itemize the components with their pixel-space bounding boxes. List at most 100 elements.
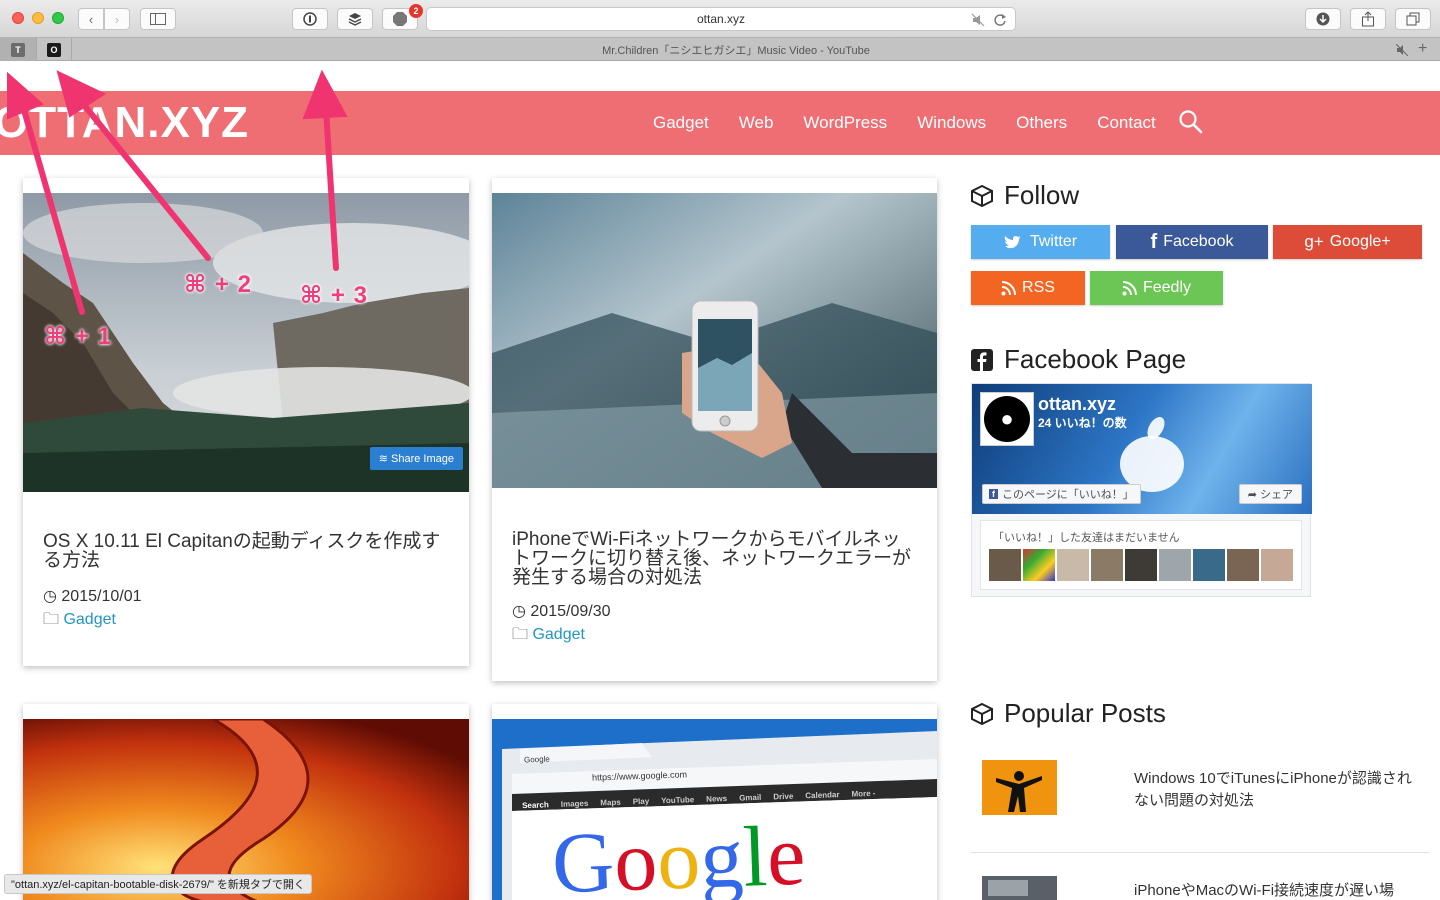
adblock-icon bbox=[393, 12, 407, 26]
post-date: ◷ 2015/09/30 bbox=[512, 601, 610, 623]
facebook-page-name[interactable]: ottan.xyz bbox=[1038, 394, 1116, 415]
google-logo: Google bbox=[550, 806, 807, 900]
apple-logo-icon: ● bbox=[984, 396, 1030, 442]
facebook-page-widget: ● ottan.xyz 24 いいね！の数 f このページに「いいね！」 ➦ シ… bbox=[971, 383, 1312, 597]
post-card[interactable] bbox=[23, 704, 469, 900]
nav-item-wordpress[interactable]: WordPress bbox=[788, 113, 902, 133]
tab-muted-speaker-icon[interactable] bbox=[1396, 44, 1408, 56]
popular-post-thumbnail[interactable] bbox=[982, 760, 1057, 815]
google-menu-item: More - bbox=[851, 788, 876, 799]
post-title[interactable]: OS X 10.11 El Capitanの起動ディスクを作成する方法 bbox=[43, 532, 449, 570]
search-icon[interactable] bbox=[1178, 109, 1204, 135]
twitter-button-label: Twitter bbox=[1029, 233, 1078, 250]
nav-item-contact[interactable]: Contact bbox=[1082, 113, 1171, 133]
chevron-left-icon: ‹ bbox=[88, 11, 94, 27]
popular-post-item[interactable] bbox=[982, 760, 1057, 815]
post-thumbnail-music[interactable] bbox=[23, 719, 469, 900]
friend-avatar[interactable] bbox=[989, 549, 1021, 581]
post-card[interactable]: Google https://www.google.com Search Ima… bbox=[492, 704, 937, 900]
zoom-window-button[interactable] bbox=[52, 12, 64, 24]
sidebar-icon bbox=[150, 13, 166, 25]
post-date-text: 2015/10/01 bbox=[61, 588, 142, 605]
post-card[interactable]: iPhoneでWi-Fiネットワークからモバイルネットワークに切り替え後、ネット… bbox=[492, 178, 937, 681]
new-tab-button[interactable]: + bbox=[1418, 40, 1427, 58]
friend-avatar[interactable] bbox=[1125, 549, 1157, 581]
popular-post-item[interactable] bbox=[982, 876, 1057, 900]
follow-heading-text: Follow bbox=[1004, 180, 1080, 210]
post-category-link[interactable]: Gadget bbox=[63, 611, 115, 628]
minimize-window-button[interactable] bbox=[32, 12, 44, 24]
apple-logo-watermark bbox=[1120, 417, 1184, 492]
google-menu-item: Drive bbox=[773, 791, 794, 802]
popular-posts-heading-text: Popular Posts bbox=[1004, 698, 1166, 728]
facebook-button[interactable]: f Facebook bbox=[1116, 225, 1268, 259]
friend-avatar[interactable] bbox=[1193, 549, 1225, 581]
clock-icon: ◷ bbox=[43, 588, 62, 605]
friend-avatar[interactable] bbox=[1159, 549, 1191, 581]
post-thumbnail-iphone[interactable] bbox=[492, 193, 937, 488]
facebook-small-icon: f bbox=[989, 489, 998, 499]
buffer-extension-button[interactable] bbox=[337, 8, 373, 30]
layers-icon bbox=[348, 13, 362, 26]
tab-bar: T O Mr.Children「ニシエヒガシエ」Music Video - Yo… bbox=[0, 38, 1440, 61]
facebook-page-avatar[interactable]: ● bbox=[980, 392, 1034, 446]
muted-speaker-icon[interactable] bbox=[971, 13, 985, 27]
friend-avatar[interactable] bbox=[1023, 549, 1055, 581]
pinned-tab-1[interactable]: T bbox=[0, 38, 36, 61]
downloads-button[interactable] bbox=[1305, 8, 1341, 30]
close-window-button[interactable] bbox=[12, 12, 24, 24]
facebook-like-label: このページに「いいね！」 bbox=[1002, 489, 1134, 501]
post-thumbnail-chrome[interactable]: Google https://www.google.com Search Ima… bbox=[492, 719, 937, 900]
googleplus-button[interactable]: g+ Google+ bbox=[1273, 225, 1422, 259]
nav-item-others[interactable]: Others bbox=[1001, 113, 1082, 133]
nav-item-gadget[interactable]: Gadget bbox=[638, 113, 724, 133]
share-image-button[interactable]: ≋ Share Image bbox=[369, 447, 463, 470]
facebook-like-button[interactable]: f このページに「いいね！」 bbox=[982, 484, 1141, 504]
address-text: ottan.xyz bbox=[696, 12, 746, 26]
feedly-button[interactable]: Feedly bbox=[1090, 271, 1223, 305]
back-button[interactable]: ‹ bbox=[78, 8, 104, 30]
rss-button[interactable]: RSS bbox=[971, 271, 1085, 305]
google-menu-item: Play bbox=[632, 796, 650, 807]
friend-avatar[interactable] bbox=[1261, 549, 1293, 581]
facebook-page-heading: Facebook Page bbox=[970, 344, 1186, 375]
facebook-icon: f bbox=[1150, 230, 1158, 253]
googleplus-icon: g+ bbox=[1304, 232, 1324, 251]
post-date-text: 2015/09/30 bbox=[530, 603, 611, 620]
main-nav: Gadget Web WordPress Windows Others Cont… bbox=[638, 91, 1171, 155]
share-icon bbox=[1362, 11, 1374, 27]
facebook-share-button[interactable]: ➦ シェア bbox=[1238, 484, 1302, 504]
popular-post-title[interactable]: iPhoneやMacのWi-Fi接続速度が遅い場 bbox=[1134, 880, 1424, 900]
active-tab[interactable]: Mr.Children「ニシエヒガシエ」Music Video - YouTub… bbox=[72, 38, 1400, 61]
feedly-button-label: Feedly bbox=[1142, 279, 1192, 296]
pinned-tab-favicon: T bbox=[11, 42, 25, 57]
nav-item-windows[interactable]: Windows bbox=[902, 113, 1001, 133]
twitter-button[interactable]: Twitter bbox=[971, 225, 1110, 259]
share-button[interactable] bbox=[1350, 8, 1386, 30]
popular-post-title[interactable]: Windows 10でiTunesにiPhoneが認識されない問題の対処法 bbox=[1134, 768, 1424, 812]
pinned-tab-2[interactable]: O bbox=[36, 38, 72, 61]
site-logo[interactable]: OTTAN.XYZ bbox=[0, 99, 249, 147]
google-menu-item: Calendar bbox=[805, 790, 840, 801]
address-bar[interactable]: ottan.xyz bbox=[426, 7, 1016, 31]
nav-item-web[interactable]: Web bbox=[724, 113, 789, 133]
forward-button[interactable]: › bbox=[104, 8, 130, 30]
folder-icon: 🗀 bbox=[43, 611, 64, 628]
friend-avatar[interactable] bbox=[1227, 549, 1259, 581]
share-image-label: Share Image bbox=[391, 453, 454, 465]
friend-avatar[interactable] bbox=[1091, 549, 1123, 581]
post-title[interactable]: iPhoneでWi-Fiネットワークからモバイルネットワークに切り替え後、ネット… bbox=[512, 530, 917, 587]
share-arrow-icon: ➦ bbox=[1247, 488, 1257, 501]
tab-overview-button[interactable] bbox=[1395, 8, 1431, 30]
cube-icon bbox=[971, 184, 993, 207]
post-category-link[interactable]: Gadget bbox=[532, 626, 584, 643]
facebook-share-label: シェア bbox=[1260, 489, 1293, 501]
friend-avatar[interactable] bbox=[1057, 549, 1089, 581]
password-extension-button[interactable] bbox=[292, 8, 328, 30]
popular-post-thumbnail[interactable] bbox=[982, 876, 1057, 900]
post-category: 🗀 Gadget bbox=[512, 624, 585, 646]
reload-icon[interactable] bbox=[993, 13, 1007, 27]
sidebar-toggle-button[interactable] bbox=[140, 8, 176, 30]
facebook-cover[interactable]: ● ottan.xyz 24 いいね！の数 f このページに「いいね！」 ➦ シ… bbox=[972, 384, 1312, 514]
post-card[interactable]: ≋ Share Image OS X 10.11 El Capitanの起動ディ… bbox=[23, 178, 469, 666]
